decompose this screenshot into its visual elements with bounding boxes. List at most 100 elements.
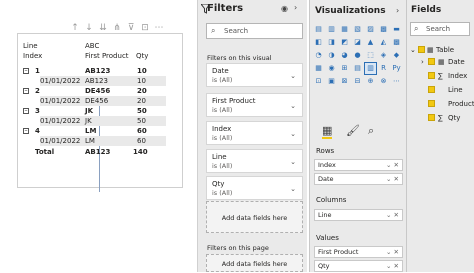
row-header-index[interactable]: Index [23,51,42,61]
visual-type-icon[interactable]: ● [352,50,363,61]
visual-type-icon[interactable]: ⊕ [365,76,376,87]
more-options-icon[interactable]: ⋯ [154,23,164,33]
collapse-icon[interactable]: – [23,108,29,114]
visual-type-icon[interactable]: ▬ [391,24,402,35]
field-checkbox[interactable] [428,100,435,107]
visual-type-icon[interactable]: ⊟ [352,76,363,87]
visual-type-icon[interactable]: ◪ [352,37,363,48]
cell-qty: 20 [137,87,147,95]
visual-type-icon[interactable]: ▩ [378,24,389,35]
values-field-chip[interactable]: First Product ⌄ ✕ [314,246,403,258]
expand-all-icon[interactable]: ⇊ [98,23,108,33]
field-qty[interactable]: Qty [448,113,460,123]
columns-well-label: Columns [316,196,347,204]
field-checkbox[interactable] [428,86,435,93]
chip-actions-icon[interactable]: ⌄ ✕ [386,174,399,184]
chip-actions-icon[interactable]: ⌄ ✕ [386,160,399,170]
chevron-down-icon[interactable]: ⌄ [290,158,296,166]
visual-type-icon[interactable]: ▣ [326,76,337,87]
field-date[interactable]: Date [448,57,465,67]
visual-type-icon[interactable]: ▥ [364,62,377,75]
collapse-pane-icon[interactable]: › [396,6,399,15]
table-name[interactable]: Table [436,45,454,55]
visual-type-icon[interactable]: ◉ [326,63,337,74]
visual-type-icon[interactable]: ▩ [391,37,402,48]
fields-tab-icon[interactable]: ▦ [322,125,333,139]
table-checkbox[interactable] [418,46,425,53]
drill-down-icon[interactable]: ↓ [84,23,94,33]
visual-type-icon[interactable]: ⬚ [365,50,376,61]
visual-type-icon[interactable]: ▨ [365,24,376,35]
visual-type-icon[interactable]: ⊠ [339,76,350,87]
chevron-down-icon[interactable]: ⌄ [290,185,296,193]
visual-type-icon[interactable]: ▦ [339,24,350,35]
visual-type-icon[interactable]: ▤ [352,63,363,74]
filter-card-line[interactable]: Line is (All) ⌄ [206,149,303,173]
visual-type-icon[interactable]: R [378,63,389,74]
filter-card-qty[interactable]: Qty is (All) ⌄ [206,176,303,200]
visual-type-icon[interactable]: ▧ [352,24,363,35]
visual-type-icon[interactable]: ◕ [339,50,350,61]
columns-field-chip[interactable]: Line ⌄ ✕ [314,209,403,221]
visual-type-icon[interactable]: ⊞ [339,63,350,74]
focus-mode-icon[interactable]: ⊡ [140,23,150,33]
chevron-down-icon[interactable]: ⌄ [290,130,296,138]
visual-type-icon[interactable]: ◈ [378,50,389,61]
visual-type-icon[interactable]: ◨ [326,37,337,48]
visual-type-icon[interactable]: ⊗ [378,76,389,87]
visual-type-icon[interactable]: ◩ [339,37,350,48]
row-label: 2 [35,87,40,95]
visual-type-icon[interactable]: ▤ [313,24,324,35]
drill-up-icon[interactable]: ↑ [70,23,80,33]
filter-icon[interactable]: ⊽ [126,23,136,33]
chevron-down-icon[interactable]: ⌄ [290,102,296,110]
column-group-header[interactable]: ABC [85,41,99,51]
visual-type-icon[interactable]: Py [391,63,402,74]
field-line[interactable]: Line [448,85,463,95]
filter-card-date[interactable]: Date is (All) ⌄ [206,63,303,87]
filter-card-first-product[interactable]: First Product is (All) ⌄ [206,93,303,117]
field-product[interactable]: Product [448,99,474,109]
visual-type-icon[interactable]: ▥ [326,24,337,35]
visual-type-icon[interactable]: ⋯ [391,76,402,87]
format-paint-icon[interactable]: 🖌 [346,125,360,137]
visual-type-icon[interactable]: ◑ [326,50,337,61]
filter-card-value: is (All) [212,189,233,197]
chevron-down-icon[interactable]: ⌄ [290,72,296,80]
collapse-icon[interactable]: – [23,128,29,134]
add-data-fields-visual-dropzone[interactable]: Add data fields here [206,201,303,233]
filters-search-input[interactable]: ⌕ Search [206,23,303,39]
table-collapse-icon[interactable]: ⌄ [410,45,416,55]
visual-type-icon[interactable]: ◆ [391,50,402,61]
field-checkbox[interactable] [428,72,435,79]
eye-icon[interactable]: ◉ [281,4,288,13]
field-checkbox[interactable] [428,58,435,65]
visual-type-icon[interactable]: ◔ [313,50,324,61]
field-checkbox[interactable] [428,114,435,121]
add-data-fields-page-dropzone[interactable]: Add data fields here [206,254,303,272]
expand-hierarchy-icon[interactable]: ⋔ [112,23,122,33]
expand-icon[interactable]: › [421,57,424,67]
field-index[interactable]: Index [448,71,467,81]
chip-actions-icon[interactable]: ⌄ ✕ [386,210,399,220]
row-header-line[interactable]: Line [23,41,38,51]
matrix-visual[interactable]: Line Index ABC First Product Qty – 1 AB1… [17,33,183,192]
column-header-first-product[interactable]: First Product [85,51,129,61]
rows-field-chip[interactable]: Index ⌄ ✕ [314,159,403,171]
chip-actions-icon[interactable]: ⌄ ✕ [386,247,399,257]
fields-search-input[interactable]: ⌕ Search [410,22,470,36]
rows-field-chip[interactable]: Date ⌄ ✕ [314,173,403,185]
collapse-icon[interactable]: – [23,68,29,74]
visual-type-icon[interactable]: ◭ [378,37,389,48]
chip-actions-icon[interactable]: ⌄ ✕ [386,261,399,271]
collapse-pane-icon[interactable]: › [294,3,297,12]
visual-type-icon[interactable]: ◧ [313,37,324,48]
column-header-qty[interactable]: Qty [136,51,148,61]
values-field-chip[interactable]: Qty ⌄ ✕ [314,260,403,272]
collapse-icon[interactable]: – [23,88,29,94]
visual-type-icon[interactable]: ▦ [313,63,324,74]
visual-type-icon[interactable]: ⊡ [313,76,324,87]
analytics-magnifier-icon[interactable]: ⌕ [368,125,374,137]
visual-type-icon[interactable]: ▲ [365,37,376,48]
filter-card-index[interactable]: Index is (All) ⌄ [206,121,303,145]
